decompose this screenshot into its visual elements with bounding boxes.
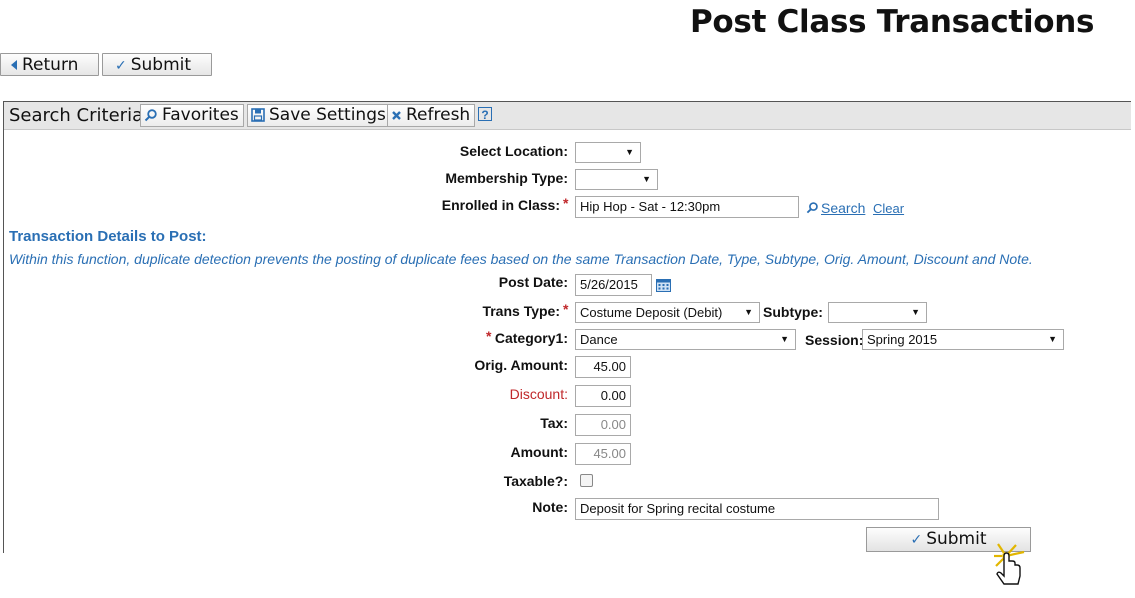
orig-amount-label: Orig. Amount:: [474, 357, 568, 373]
search-link[interactable]: Search: [821, 200, 865, 216]
tax-input[interactable]: 0.00: [575, 414, 631, 436]
trans-type-label: Trans Type:: [482, 303, 560, 319]
transaction-details-heading: Transaction Details to Post:: [9, 228, 207, 245]
taxable-label: Taxable?:: [503, 473, 568, 489]
post-date-label: Post Date:: [498, 274, 568, 290]
tax-label: Tax:: [540, 415, 568, 431]
location-select[interactable]: ▼: [575, 142, 641, 163]
dropdown-arrow-icon: ▼: [642, 174, 651, 184]
trans-type-value: Costume Deposit (Debit): [580, 305, 723, 320]
membership-label: Membership Type:: [445, 170, 568, 186]
discount-input[interactable]: 0.00: [575, 385, 631, 407]
post-date-input[interactable]: 5/26/2015: [575, 274, 652, 296]
duplicate-detection-note: Within this function, duplicate detectio…: [9, 251, 1033, 267]
category-value: Dance: [580, 332, 618, 347]
note-label: Note:: [532, 499, 568, 515]
subtype-select[interactable]: ▼: [828, 302, 927, 323]
category-label: Category1:: [494, 330, 568, 346]
top-submit-button[interactable]: ✓ Submit: [102, 53, 212, 76]
discount-label: Discount:: [509, 386, 568, 402]
page-title: Post Class Transactions: [690, 4, 1095, 40]
back-arrow-icon: [11, 59, 17, 70]
x-refresh-icon: [392, 110, 401, 120]
dropdown-arrow-icon: ▼: [744, 307, 753, 317]
calendar-icon[interactable]: [656, 278, 671, 292]
checkmark-icon: ✓: [115, 58, 127, 74]
membership-select[interactable]: ▼: [575, 169, 658, 190]
note-input[interactable]: Deposit for Spring recital costume: [575, 498, 939, 520]
required-marker: *: [563, 301, 569, 317]
dropdown-arrow-icon: ▼: [780, 334, 789, 344]
hand-pointer-cursor-icon: [994, 543, 1025, 585]
subtype-label: Subtype:: [763, 304, 823, 320]
floppy-disk-icon: [251, 108, 265, 122]
dropdown-arrow-icon: ▼: [911, 307, 920, 317]
amount-label: Amount:: [510, 444, 568, 460]
checkmark-icon: ✓: [910, 532, 923, 548]
search-criteria-bar: Search Criteria Favorites Save Settings …: [4, 102, 1131, 130]
dropdown-arrow-icon: ▼: [1048, 334, 1057, 344]
session-label: Session:: [805, 332, 864, 348]
save-settings-label: Save Settings: [269, 105, 386, 125]
return-button[interactable]: Return: [0, 53, 99, 76]
orig-amount-input[interactable]: 45.00: [575, 356, 631, 378]
return-label: Return: [22, 55, 79, 75]
search-icon[interactable]: [806, 201, 819, 214]
top-submit-label: Submit: [130, 55, 192, 75]
amount-input: 45.00: [575, 443, 631, 465]
magnifier-icon: [144, 109, 157, 122]
category-select[interactable]: Dance ▼: [575, 329, 796, 350]
class-label: Enrolled in Class:: [441, 197, 560, 213]
session-value: Spring 2015: [867, 332, 938, 347]
class-input[interactable]: Hip Hop - Sat - 12:30pm: [575, 196, 799, 218]
trans-type-select[interactable]: Costume Deposit (Debit) ▼: [575, 302, 760, 323]
location-label: Select Location:: [459, 143, 568, 159]
session-select[interactable]: Spring 2015 ▼: [862, 329, 1064, 350]
search-criteria-title: Search Criteria: [9, 105, 144, 126]
help-icon[interactable]: ?: [478, 107, 492, 122]
favorites-label: Favorites: [162, 105, 239, 125]
clear-link[interactable]: Clear: [873, 201, 904, 216]
dropdown-arrow-icon: ▼: [625, 147, 634, 157]
refresh-button[interactable]: Refresh: [387, 104, 476, 127]
required-marker: *: [563, 195, 569, 211]
submit-label: Submit: [926, 529, 987, 549]
save-settings-button[interactable]: Save Settings: [247, 104, 391, 127]
refresh-label: Refresh: [406, 105, 471, 125]
taxable-checkbox[interactable]: [580, 474, 593, 487]
favorites-button[interactable]: Favorites: [140, 104, 244, 127]
